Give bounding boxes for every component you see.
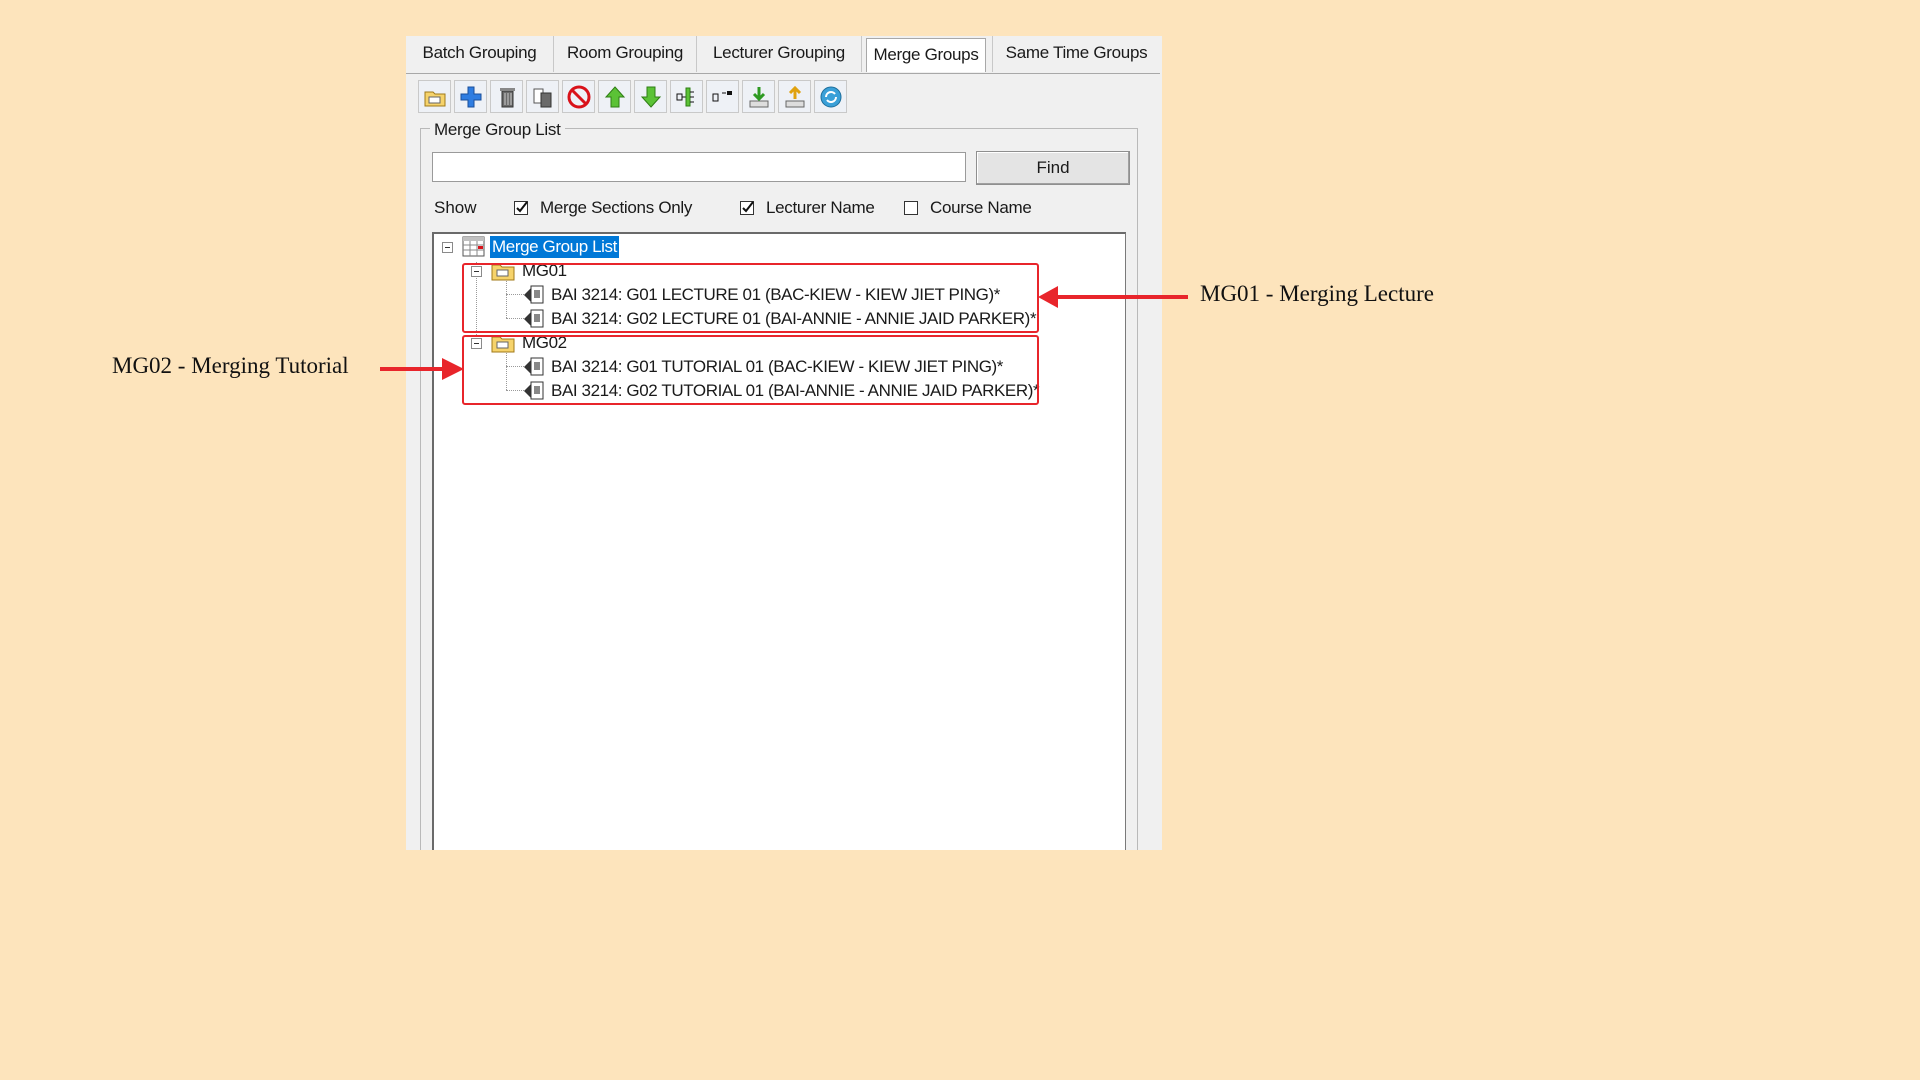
copy-delete-icon [533, 88, 551, 107]
checkmark-icon [516, 201, 528, 213]
add-button[interactable] [454, 80, 487, 113]
merge-groups-panel: Batch Grouping Room Grouping Lecturer Gr… [406, 36, 1162, 850]
move-down-button[interactable] [634, 80, 667, 113]
open-folder-button[interactable] [418, 80, 451, 113]
export-button[interactable] [778, 80, 811, 113]
move-up-button[interactable] [598, 80, 631, 113]
delete-icon [499, 87, 515, 107]
find-button[interactable]: Find [976, 151, 1130, 185]
calendar-grid-icon [462, 236, 485, 257]
mg02-annotation-label: MG02 - Merging Tutorial [112, 353, 349, 378]
export-icon [785, 85, 804, 107]
show-label: Show [434, 198, 477, 217]
copy-delete-button[interactable] [526, 80, 559, 113]
merge-button[interactable] [670, 80, 703, 113]
lecturer-name-label: Lecturer Name [766, 198, 875, 217]
checkbox-box [904, 201, 918, 215]
stop-icon [567, 85, 590, 108]
tree-root-label[interactable]: Merge Group List [490, 236, 619, 258]
tab-room-grouping[interactable]: Room Grouping [554, 36, 697, 72]
add-icon [460, 86, 481, 107]
merge-sections-only-label: Merge Sections Only [540, 198, 693, 217]
course-name-label: Course Name [930, 198, 1032, 217]
tab-same-time-groups[interactable]: Same Time Groups [992, 36, 1160, 72]
tab-divider [406, 73, 1160, 74]
stop-button[interactable] [562, 80, 595, 113]
refresh-button[interactable] [814, 80, 847, 113]
collapse-icon[interactable] [442, 242, 453, 253]
checkbox-box [740, 201, 754, 215]
mg01-highlight-box [462, 263, 1039, 333]
tab-batch-grouping[interactable]: Batch Grouping [406, 36, 554, 72]
merge-group-list-legend: Merge Group List [430, 120, 565, 140]
mg02-arrow-icon [380, 358, 464, 380]
open-folder-icon [424, 91, 445, 106]
lecturer-name-checkbox[interactable]: Lecturer Name [740, 198, 875, 218]
search-input[interactable] [432, 152, 966, 182]
delete-button[interactable] [490, 80, 523, 113]
tab-lecturer-grouping[interactable]: Lecturer Grouping [697, 36, 862, 72]
split-button[interactable] [706, 80, 739, 113]
mg02-highlight-box [462, 335, 1039, 405]
move-down-icon [640, 86, 661, 108]
move-up-icon [604, 85, 625, 107]
import-icon [749, 86, 768, 107]
merge-sections-only-checkbox[interactable]: Merge Sections Only [514, 198, 692, 218]
refresh-icon [820, 86, 841, 107]
checkbox-box [514, 201, 528, 215]
mg01-annotation-label: MG01 - Merging Lecture [1200, 281, 1434, 306]
checkmark-icon [742, 201, 754, 213]
tab-bar: Batch Grouping Room Grouping Lecturer Gr… [406, 36, 1162, 74]
split-icon [712, 90, 732, 101]
import-button[interactable] [742, 80, 775, 113]
tab-merge-groups[interactable]: Merge Groups [866, 38, 986, 72]
mg01-arrow-icon [1038, 286, 1188, 308]
course-name-checkbox[interactable]: Course Name [904, 198, 1032, 218]
merge-icon [676, 87, 694, 106]
